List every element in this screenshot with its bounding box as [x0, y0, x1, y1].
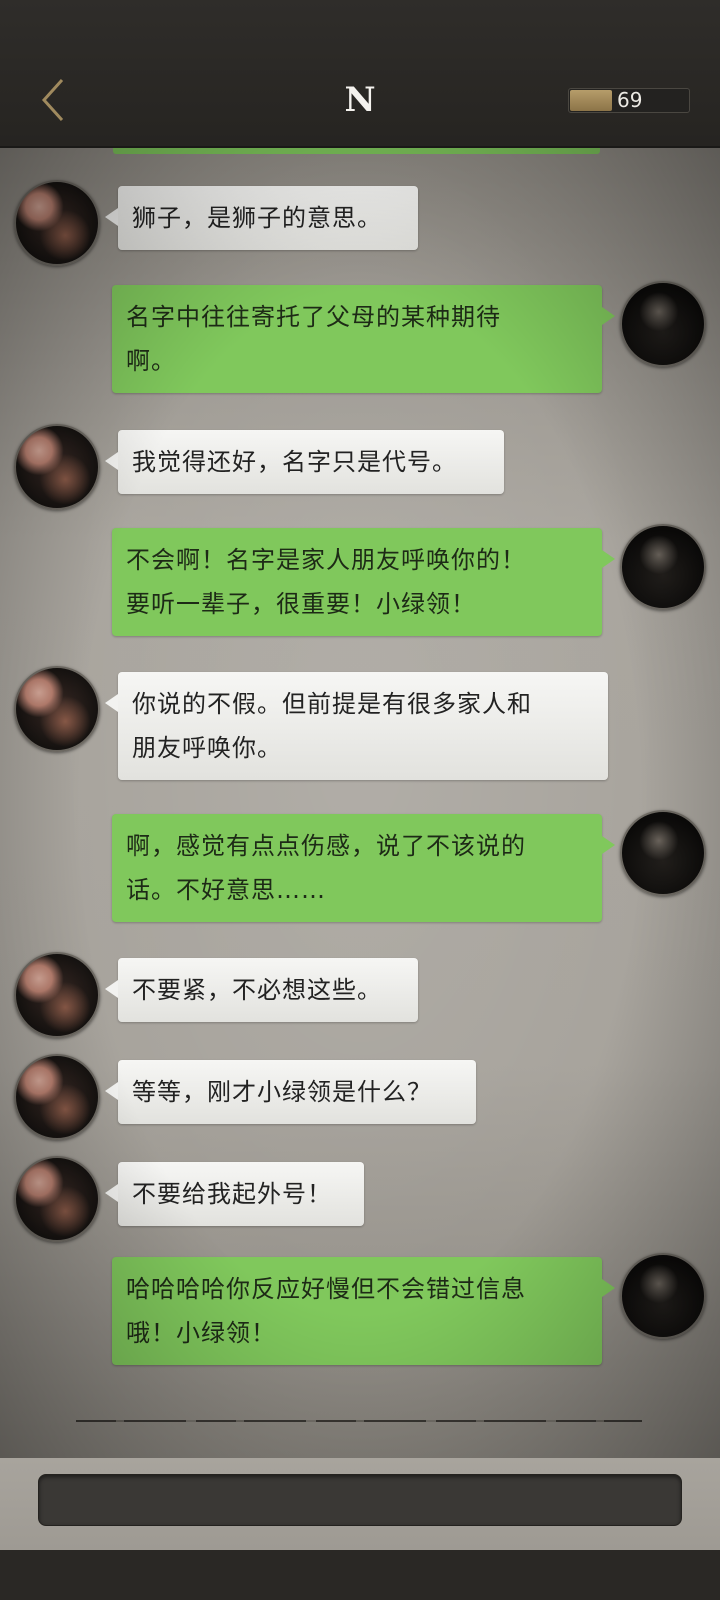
- message-text-line: 不会啊！名字是家人朋友呼唤你的！: [126, 546, 526, 574]
- message-text-line: 话。不好意思……: [126, 876, 326, 904]
- message-row: 哈哈哈哈你反应好慢但不会错过信息 哦！小绿领！: [0, 1253, 720, 1373]
- message-row: 名字中往往寄托了父母的某种期待 啊。: [0, 281, 720, 401]
- message-text: 不要给我起外号！: [132, 1180, 332, 1208]
- bottom-bar: [0, 1550, 720, 1600]
- contact-avatar[interactable]: [14, 180, 100, 266]
- energy-value: 69: [617, 88, 643, 112]
- outgoing-message[interactable]: 哈哈哈哈你反应好慢但不会错过信息 哦！小绿领！: [112, 1257, 615, 1365]
- message-text: 不要紧，不必想这些。: [132, 976, 382, 1004]
- contact-avatar[interactable]: [14, 1054, 100, 1140]
- contact-avatar[interactable]: [14, 1156, 100, 1242]
- message-text: 我觉得还好，名字只是代号。: [132, 448, 457, 476]
- contact-avatar[interactable]: [14, 952, 100, 1038]
- chat-divider: [76, 1420, 642, 1422]
- outgoing-message[interactable]: 啊，感觉有点点伤感，说了不该说的 话。不好意思……: [112, 814, 615, 922]
- incoming-message[interactable]: 狮子，是狮子的意思。: [105, 186, 418, 250]
- energy-meter: 69: [568, 88, 690, 113]
- user-avatar[interactable]: [620, 1253, 706, 1339]
- message-row: 你说的不假。但前提是有很多家人和 朋友呼唤你。: [0, 664, 720, 784]
- contact-avatar[interactable]: [14, 666, 100, 752]
- contact-avatar[interactable]: [14, 424, 100, 510]
- incoming-message[interactable]: 不要给我起外号！: [105, 1162, 364, 1226]
- message-text-line: 你说的不假。但前提是有很多家人和: [132, 690, 532, 718]
- outgoing-message[interactable]: 名字中往往寄托了父母的某种期待 啊。: [112, 285, 615, 393]
- outgoing-message[interactable]: 不会啊！名字是家人朋友呼唤你的！ 要听一辈子，很重要！小绿领！: [112, 528, 615, 636]
- incoming-message[interactable]: 你说的不假。但前提是有很多家人和 朋友呼唤你。: [105, 672, 608, 780]
- incoming-message[interactable]: 不要紧，不必想这些。: [105, 958, 418, 1022]
- message-text-line: 名字中往往寄托了父母的某种期待: [126, 303, 501, 331]
- message-row: 狮子，是狮子的意思。: [0, 178, 720, 268]
- user-avatar[interactable]: [620, 524, 706, 610]
- user-avatar[interactable]: [620, 810, 706, 896]
- message-text-line: 啊。: [126, 347, 176, 375]
- message-text: 等等，刚才小绿领是什么？: [132, 1078, 432, 1106]
- message-row: 等等，刚才小绿领是什么？: [0, 1052, 720, 1142]
- message-text-line: 要听一辈子，很重要！小绿领！: [126, 590, 476, 618]
- message-row: 不要紧，不必想这些。: [0, 950, 720, 1040]
- energy-fill: [570, 90, 612, 111]
- user-avatar[interactable]: [620, 281, 706, 367]
- message-row: 我觉得还好，名字只是代号。: [0, 422, 720, 512]
- message-text: 狮子，是狮子的意思。: [132, 204, 382, 232]
- incoming-message[interactable]: 我觉得还好，名字只是代号。: [105, 430, 504, 494]
- message-row: 不会啊！名字是家人朋友呼唤你的！ 要听一辈子，很重要！小绿领！: [0, 524, 720, 644]
- input-bar: [0, 1458, 720, 1550]
- chat-scroll-area[interactable]: 狮子，是狮子的意思。 名字中往往寄托了父母的某种期待 啊。 我觉得还好，名字只是…: [0, 148, 720, 1458]
- message-text-line: 哦！小绿领！: [126, 1319, 276, 1347]
- previous-message-edge: [113, 148, 600, 154]
- message-row: 不要给我起外号！: [0, 1154, 720, 1244]
- message-text-line: 啊，感觉有点点伤感，说了不该说的: [126, 832, 526, 860]
- message-input[interactable]: [38, 1474, 682, 1526]
- incoming-message[interactable]: 等等，刚才小绿领是什么？: [105, 1060, 476, 1124]
- message-row: 啊，感觉有点点伤感，说了不该说的 话。不好意思……: [0, 810, 720, 930]
- message-text-line: 哈哈哈哈你反应好慢但不会错过信息: [126, 1275, 526, 1303]
- message-text-line: 朋友呼唤你。: [132, 734, 282, 762]
- top-bar: N 69: [0, 0, 720, 148]
